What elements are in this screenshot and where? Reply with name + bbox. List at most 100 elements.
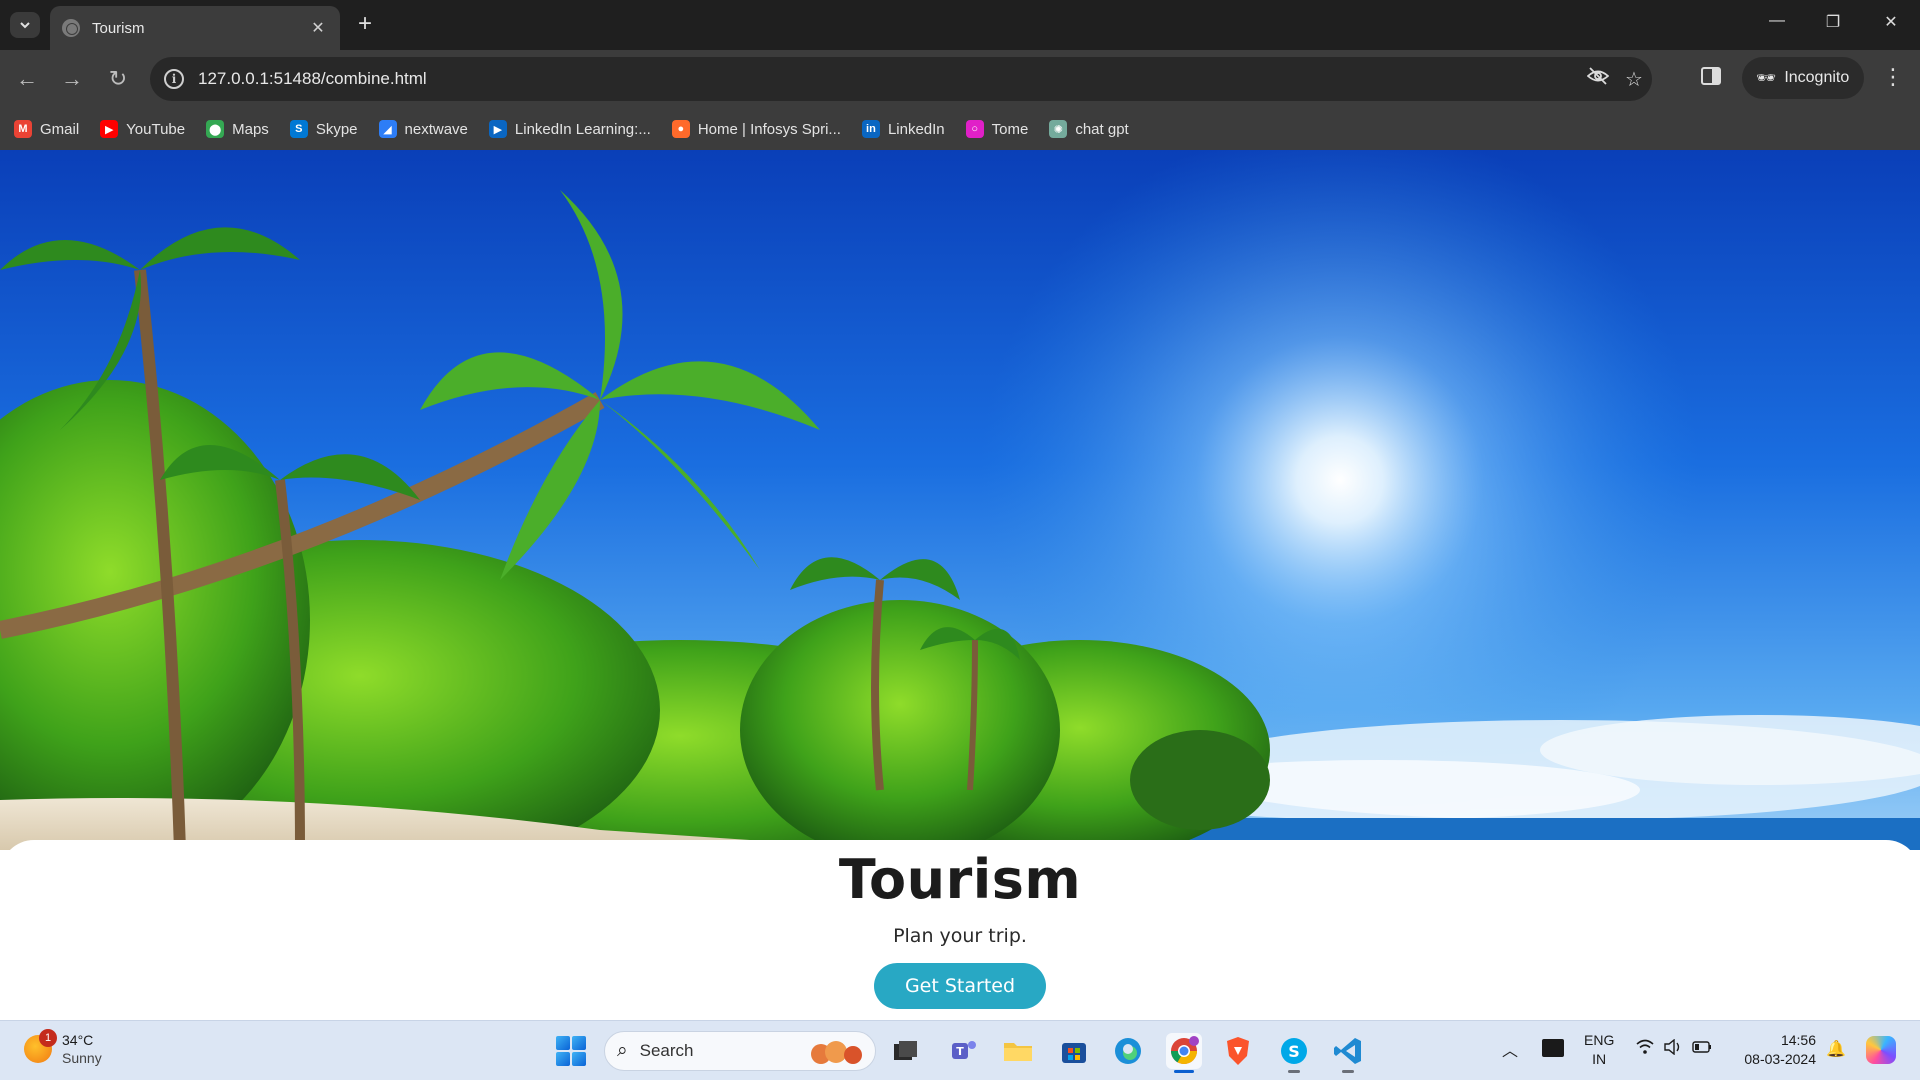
chrome-icon[interactable] (1166, 1033, 1202, 1073)
weather-condition: Sunny (62, 1050, 102, 1066)
hero-image-tropical-beach (0, 150, 1920, 850)
weather-temp: 34°C (62, 1032, 94, 1048)
bookmark-label: LinkedIn Learning:... (514, 120, 651, 138)
wifi-icon (1636, 1039, 1654, 1060)
microsoft-store-icon[interactable] (1056, 1033, 1092, 1069)
nvidia-icon[interactable] (1542, 1039, 1564, 1057)
address-bar[interactable]: i 127.0.0.1:51488/combine.html ☆ (150, 57, 1652, 101)
incognito-badge[interactable]: 🕶 Incognito (1742, 57, 1864, 99)
taskbar-search-label: Search (639, 1041, 694, 1060)
language-code: ENG (1584, 1032, 1615, 1048)
file-explorer-icon[interactable] (1000, 1033, 1036, 1069)
globe-icon (62, 19, 80, 37)
get-started-button[interactable]: Get Started (874, 963, 1046, 1009)
bookmark-linkedin[interactable]: in LinkedIn (861, 120, 945, 138)
close-window-icon[interactable]: ✕ (1876, 12, 1906, 32)
bookmark-label: Maps (232, 120, 269, 138)
bookmark-label: YouTube (126, 120, 186, 138)
browser-tab-strip: Tourism ✕ + — ❐ ✕ (0, 0, 1920, 50)
hero-content-card: Tourism Plan your trip. Get Started (0, 840, 1920, 1020)
bookmark-gmail[interactable]: M Gmail (14, 120, 79, 138)
bookmark-label: Tome (991, 120, 1029, 138)
search-icon: ⌕ (617, 1040, 628, 1061)
notification-bell-icon[interactable]: 🔔 (1826, 1039, 1846, 1059)
bookmark-home-infosys-spri[interactable]: ● Home | Infosys Spri... (671, 120, 841, 138)
restore-icon[interactable]: ❐ (1818, 12, 1848, 32)
search-highlight-icon (811, 1041, 862, 1064)
bookmark-label: chat gpt (1075, 120, 1129, 138)
bookmark-maps[interactable]: ⬤ Maps (206, 120, 269, 138)
browser-menu-icon[interactable]: ⋮ (1878, 64, 1908, 90)
notification-badge: 1 (39, 1029, 57, 1047)
maps-icon: ⬤ (206, 120, 225, 138)
web-page: Tourism Plan your trip. Get Started (0, 150, 1920, 1020)
sun-icon: 1 (24, 1029, 57, 1063)
bookmark-nextwave[interactable]: ◢ nextwave (378, 120, 468, 138)
bookmark-chat-gpt[interactable]: ✺ chat gpt (1049, 120, 1129, 138)
new-tab-button[interactable]: + (352, 12, 378, 36)
battery-icon (1692, 1039, 1712, 1060)
clock-time: 14:56 (1780, 1032, 1816, 1048)
brave-icon[interactable] (1220, 1033, 1256, 1069)
svg-text:T: T (956, 1045, 964, 1058)
reload-icon[interactable]: ↻ (103, 64, 133, 94)
tome-icon: ○ (965, 120, 984, 138)
svg-text:S: S (1288, 1042, 1300, 1061)
language-indicator[interactable]: ENG IN (1584, 1031, 1614, 1069)
running-app-indicator (1288, 1070, 1300, 1073)
chevron-down-icon (20, 22, 30, 29)
volume-icon (1664, 1038, 1682, 1060)
task-view-icon[interactable] (888, 1033, 924, 1069)
bookmark-tome[interactable]: ○ Tome (965, 120, 1029, 138)
bookmark-label: Gmail (40, 120, 80, 138)
eye-off-icon[interactable] (1580, 67, 1616, 91)
copilot-icon[interactable] (1866, 1036, 1896, 1064)
bookmark-youtube[interactable]: ▶ YouTube (100, 120, 185, 138)
forward-icon[interactable]: → (57, 64, 87, 94)
page-title: Tourism (838, 848, 1082, 911)
nextwave-icon: ◢ (378, 120, 397, 138)
incognito-label: Incognito (1784, 69, 1850, 86)
bookmark-linkedin-learning[interactable]: ▶ LinkedIn Learning:... (488, 120, 651, 138)
bookmark-label: LinkedIn (887, 120, 945, 138)
system-clock[interactable]: 14:56 08-03-2024 (1734, 1031, 1816, 1069)
browser-toolbar: ← → ↻ i 127.0.0.1:51488/combine.html ☆ 🕶… (0, 50, 1920, 108)
weather-widget[interactable]: 1 34°C Sunny (24, 1029, 102, 1067)
bookmark-skype[interactable]: S Skype (289, 120, 358, 138)
teams-icon[interactable]: T (946, 1033, 982, 1069)
tab-search-button[interactable] (10, 12, 40, 38)
taskbar-search-box[interactable]: ⌕ Search (604, 1031, 876, 1071)
linkedin-learning-icon: ▶ (488, 120, 507, 138)
windows-taskbar: 1 34°C Sunny ⌕ Search T S ︿ ENG IN 14:56… (0, 1020, 1920, 1080)
gmail-icon: M (14, 120, 32, 138)
close-tab-icon[interactable]: ✕ (308, 18, 328, 38)
infosys-icon: ● (671, 120, 690, 138)
bookmark-label: Skype (315, 120, 358, 138)
skype-icon: S (289, 120, 308, 138)
skype-taskbar-icon[interactable]: S (1276, 1033, 1312, 1073)
linkedin-icon: in (861, 120, 880, 138)
beach-illustration (0, 150, 1920, 850)
tab-title: Tourism (92, 19, 145, 37)
incognito-icon: 🕶 (1756, 70, 1777, 87)
clock-date: 08-03-2024 (1744, 1051, 1816, 1067)
url-text[interactable]: 127.0.0.1:51488/combine.html (198, 69, 1580, 89)
windows-start-icon[interactable] (556, 1036, 586, 1066)
system-tray-icons[interactable] (1636, 1038, 1712, 1060)
minimize-icon[interactable]: — (1762, 12, 1792, 30)
side-panel-icon[interactable] (1700, 65, 1726, 91)
chatgpt-icon: ✺ (1049, 120, 1068, 138)
bookmark-label: nextwave (404, 120, 468, 138)
back-icon[interactable]: ← (12, 64, 42, 94)
running-app-indicator (1342, 1070, 1354, 1073)
tab-tourism[interactable]: Tourism ✕ (50, 6, 340, 50)
bookmark-label: Home | Infosys Spri... (697, 120, 841, 138)
bookmark-star-icon[interactable]: ☆ (1616, 67, 1652, 92)
vscode-icon[interactable] (1330, 1033, 1366, 1073)
site-info-icon[interactable]: i (164, 69, 184, 89)
bookmarks-bar: M Gmail ▶ YouTube ⬤ Maps S Skype ◢ nextwave ▶ Linke… (0, 108, 1920, 150)
youtube-icon: ▶ (100, 120, 119, 138)
edge-icon[interactable] (1110, 1033, 1146, 1069)
active-app-indicator (1174, 1070, 1194, 1073)
show-hidden-icons-icon[interactable]: ︿ (1502, 1037, 1518, 1061)
